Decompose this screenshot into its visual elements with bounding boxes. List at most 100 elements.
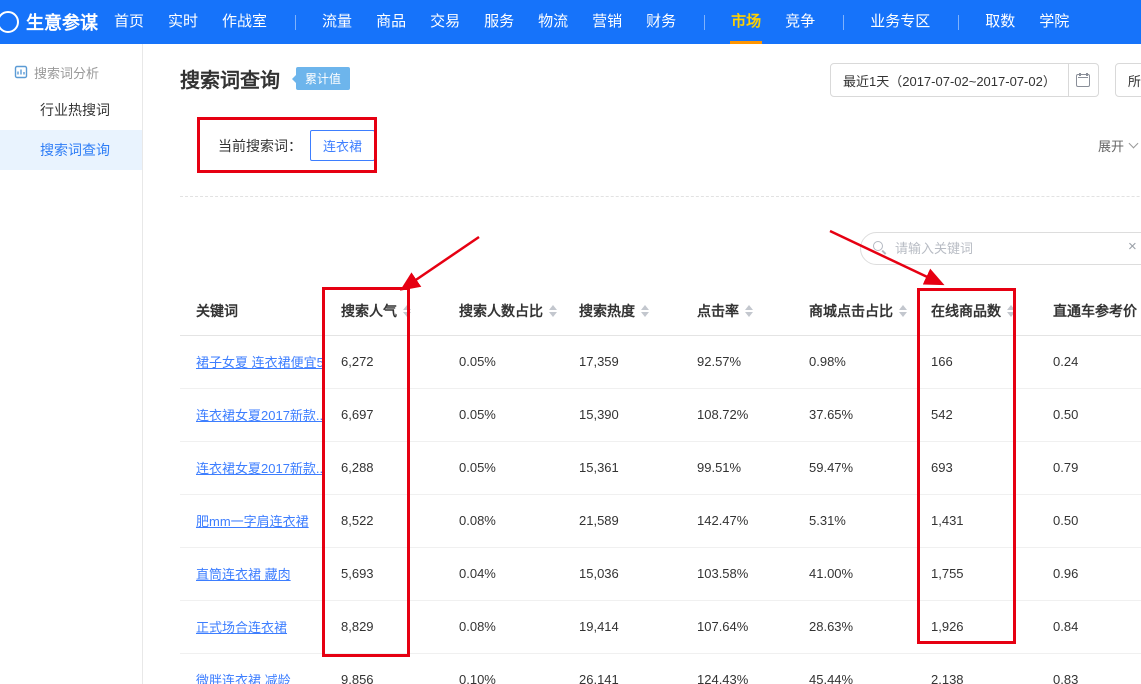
- nav-business-zone[interactable]: 业务专区: [870, 0, 930, 44]
- cell-online-products: 1,755: [915, 547, 1037, 600]
- nav-logistics[interactable]: 物流: [538, 0, 568, 44]
- section-divider: [180, 196, 1141, 197]
- cell-mall-click-ratio: 0.98%: [793, 335, 915, 388]
- cell-click-rate: 108.72%: [681, 388, 793, 441]
- keyword-link[interactable]: 连衣裙女夏2017新款...: [196, 408, 325, 423]
- page-title: 搜索词查询: [180, 64, 280, 93]
- keyword-link[interactable]: 连衣裙女夏2017新款...: [196, 461, 325, 476]
- col-header-keyword: 关键词: [180, 287, 325, 335]
- cell-click-rate: 103.58%: [681, 547, 793, 600]
- nav-service[interactable]: 服务: [484, 0, 514, 44]
- date-range-text: 最近1天（2017-07-02~2017-07-02）: [831, 71, 1068, 90]
- cumulative-value-badge: 累计值: [296, 67, 350, 90]
- terminal-selector[interactable]: 所有终端: [1115, 63, 1141, 97]
- cell-search-popularity: 6,697: [325, 388, 443, 441]
- left-sidebar: 搜索词分析 行业热搜词 搜索词查询: [0, 44, 143, 684]
- nav-realtime[interactable]: 实时: [168, 0, 198, 44]
- current-search-term-label: 当前搜索词：: [218, 136, 302, 156]
- nav-divider: [958, 15, 959, 30]
- col-header-online-products[interactable]: 在线商品数: [915, 287, 1037, 335]
- cell-ztc-price: 0.50: [1037, 388, 1141, 441]
- col-header-search-popularity[interactable]: 搜索人气: [325, 287, 443, 335]
- keyword-link[interactable]: 肥mm一字肩连衣裙: [196, 514, 309, 529]
- nav-competition[interactable]: 竞争: [785, 0, 815, 44]
- app-logo[interactable]: 生意参谋: [0, 9, 98, 35]
- app-logo-icon: [0, 11, 19, 33]
- cell-search-heat: 21,589: [563, 494, 681, 547]
- calendar-button[interactable]: [1068, 64, 1098, 96]
- cell-online-products: 1,926: [915, 600, 1037, 653]
- cell-ztc-price: 0.79: [1037, 441, 1141, 494]
- keyword-link[interactable]: 微胖连衣裙 减龄: [196, 673, 291, 684]
- chevron-down-icon: [1129, 139, 1139, 149]
- sort-icon: [1007, 305, 1015, 317]
- cell-search-popularity: 8,829: [325, 600, 443, 653]
- nav-marketing[interactable]: 营销: [592, 0, 622, 44]
- nav-goods[interactable]: 商品: [376, 0, 406, 44]
- header-right-controls: 最近1天（2017-07-02~2017-07-02） 所有终端: [830, 63, 1141, 97]
- cell-ztc-price: 0.50: [1037, 494, 1141, 547]
- sort-icon: [549, 305, 557, 317]
- current-search-term-row: 当前搜索词： 连衣裙: [218, 130, 375, 161]
- cell-searcher-ratio: 0.05%: [443, 388, 563, 441]
- table-header-row: 关键词 搜索人气 搜索人数占比 搜索热度: [180, 287, 1141, 335]
- cell-mall-click-ratio: 37.65%: [793, 388, 915, 441]
- analysis-report-icon: [14, 65, 28, 79]
- keyword-link[interactable]: 直筒连衣裙 藏肉: [196, 567, 291, 582]
- col-header-searcher-ratio[interactable]: 搜索人数占比: [443, 287, 563, 335]
- cell-click-rate: 124.43%: [681, 653, 793, 684]
- keyword-link[interactable]: 裙子女夏 连衣裙便宜5...: [196, 355, 325, 370]
- table-row: 直筒连衣裙 藏肉 5,693 0.04% 15,036 103.58% 41.0…: [180, 547, 1141, 600]
- table-row: 正式场合连衣裙 8,829 0.08% 19,414 107.64% 28.63…: [180, 600, 1141, 653]
- cell-search-popularity: 8,522: [325, 494, 443, 547]
- keyword-search-input[interactable]: [860, 232, 1141, 265]
- table-row: 连衣裙女夏2017新款... 6,697 0.05% 15,390 108.72…: [180, 388, 1141, 441]
- cell-search-popularity: 6,288: [325, 441, 443, 494]
- cell-mall-click-ratio: 41.00%: [793, 547, 915, 600]
- clear-input-icon[interactable]: ×: [1128, 238, 1137, 255]
- cell-click-rate: 92.57%: [681, 335, 793, 388]
- nav-market[interactable]: 市场: [731, 0, 761, 44]
- nav-finance[interactable]: 财务: [646, 0, 676, 44]
- sort-icon: [403, 305, 411, 317]
- terminal-selector-label: 所有终端: [1128, 71, 1141, 90]
- cell-online-products: 1,431: [915, 494, 1037, 547]
- nav-trade[interactable]: 交易: [430, 0, 460, 44]
- keyword-link[interactable]: 正式场合连衣裙: [196, 620, 287, 635]
- cell-searcher-ratio: 0.08%: [443, 600, 563, 653]
- expand-toggle[interactable]: 展开: [1098, 136, 1137, 155]
- cell-ztc-price: 0.96: [1037, 547, 1141, 600]
- col-header-mall-click-ratio[interactable]: 商城点击占比: [793, 287, 915, 335]
- nav-academy[interactable]: 学院: [1039, 0, 1069, 44]
- nav-home[interactable]: 首页: [114, 0, 144, 44]
- keyword-search: ×: [860, 232, 1141, 265]
- date-range-selector[interactable]: 最近1天（2017-07-02~2017-07-02）: [830, 63, 1099, 97]
- cell-online-products: 2,138: [915, 653, 1037, 684]
- sidebar-item-search-word-query[interactable]: 搜索词查询: [0, 130, 142, 170]
- nav-data-extract[interactable]: 取数: [985, 0, 1015, 44]
- sidebar-item-industry-hot-words[interactable]: 行业热搜词: [0, 90, 142, 130]
- cell-searcher-ratio: 0.05%: [443, 441, 563, 494]
- col-header-search-heat[interactable]: 搜索热度: [563, 287, 681, 335]
- nav-traffic[interactable]: 流量: [322, 0, 352, 44]
- nav-divider: [295, 15, 296, 30]
- page-header: 搜索词查询 累计值: [180, 64, 350, 93]
- cell-search-heat: 15,036: [563, 547, 681, 600]
- col-header-click-rate[interactable]: 点击率: [681, 287, 793, 335]
- nav-war-room[interactable]: 作战室: [222, 0, 267, 44]
- cell-mall-click-ratio: 45.44%: [793, 653, 915, 684]
- cell-search-heat: 19,414: [563, 600, 681, 653]
- nav-divider: [843, 15, 844, 30]
- cell-searcher-ratio: 0.10%: [443, 653, 563, 684]
- calendar-icon: [1076, 74, 1090, 87]
- table-row: 微胖连衣裙 减龄 9,856 0.10% 26,141 124.43% 45.4…: [180, 653, 1141, 684]
- col-header-ztc-reference-price[interactable]: 直通车参考价: [1037, 287, 1141, 335]
- cell-mall-click-ratio: 28.63%: [793, 600, 915, 653]
- current-search-term-value[interactable]: 连衣裙: [310, 130, 375, 161]
- sort-icon: [745, 305, 753, 317]
- main-content: 搜索词查询 累计值 最近1天（2017-07-02~2017-07-02） 所有…: [143, 44, 1141, 684]
- sort-icon: [641, 305, 649, 317]
- sidebar-section-label: 搜索词分析: [34, 63, 99, 82]
- search-icon: [873, 241, 883, 251]
- cell-online-products: 542: [915, 388, 1037, 441]
